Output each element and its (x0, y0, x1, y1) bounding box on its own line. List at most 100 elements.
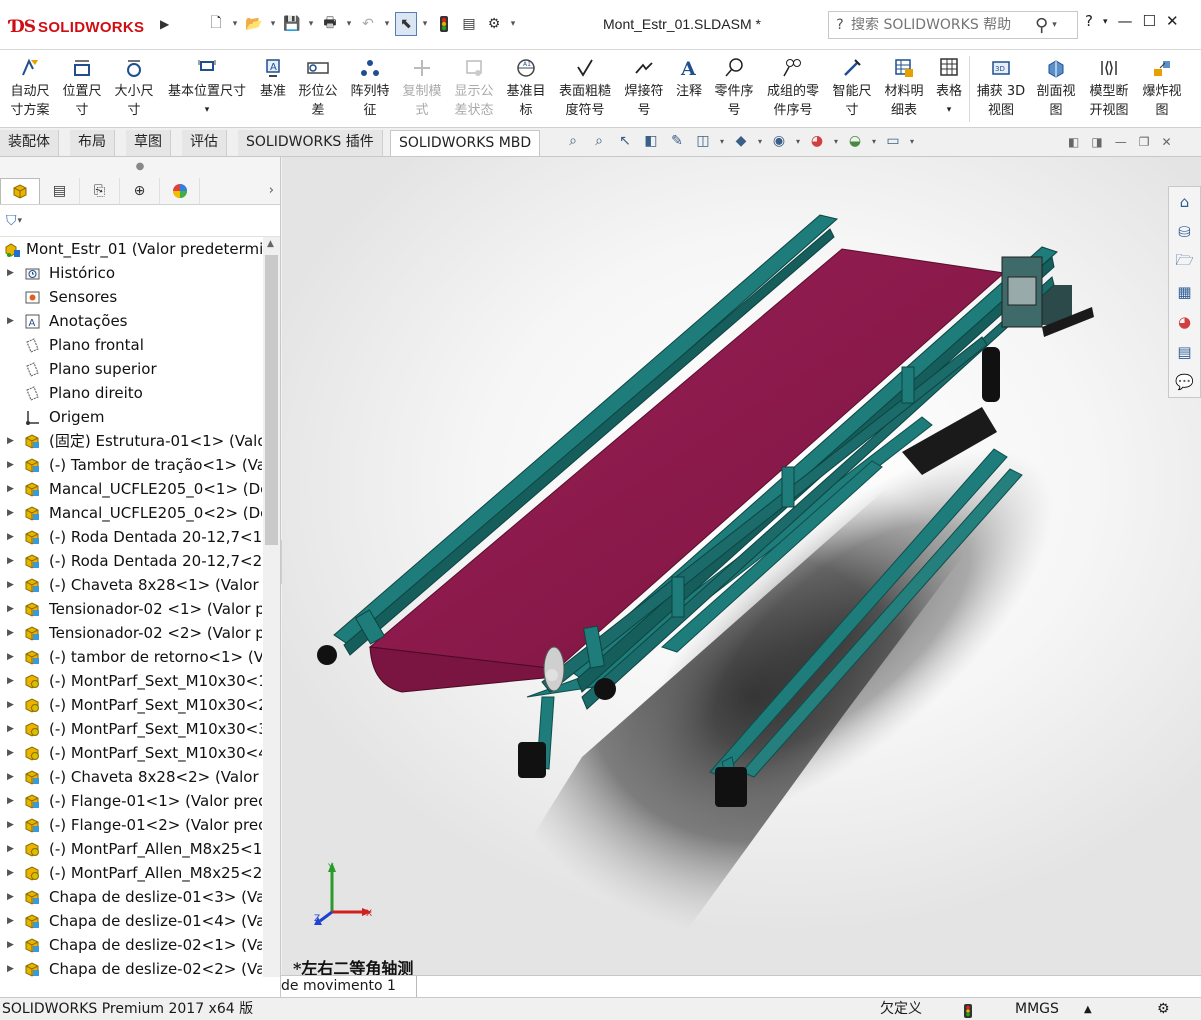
file-explorer-icon[interactable]: 🗁 (1169, 247, 1200, 277)
tree-item[interactable]: ▶ (-) MontParf_Sext_M10x30<1> (0, 669, 262, 693)
tab-evaluate[interactable]: 评估 (182, 130, 227, 156)
ribbon-button-stacked-balloon[interactable]: 成组的零 件序号 (762, 54, 824, 124)
tree-item[interactable]: ▶ (-) tambor de retorno<1> (Valor predete… (0, 645, 262, 669)
expand-arrow-icon[interactable]: ▶ (7, 909, 17, 933)
expand-arrow-icon[interactable]: ▶ (7, 837, 17, 861)
zoom-to-area-icon[interactable]: ⌕ (588, 133, 610, 149)
graphics-area[interactable]: Y X Z (282, 157, 1201, 975)
ribbon-button-location-dimension[interactable]: 位置尺 寸 (58, 54, 106, 124)
section-view-hud-icon[interactable]: ◧ (640, 133, 662, 149)
tree-item[interactable]: ▶ Chapa de deslize-01<4> (Valor predeterm… (0, 909, 262, 933)
options-dropdown-icon[interactable]: ▾ (508, 19, 518, 29)
options-gear-icon[interactable]: ⚙ (483, 12, 505, 36)
ribbon-button-smart-dimension[interactable]: 智能尺 寸 (828, 54, 876, 124)
expand-arrow-icon[interactable]: ▶ (7, 261, 17, 285)
tree-item[interactable]: ▶ Mancal_UCFLE205_0<2> (Défaut) (0, 501, 262, 525)
expand-arrow-icon[interactable]: ▶ (7, 669, 17, 693)
tree-item[interactable]: ▶ (-) MontParf_Allen_M8x25<2> (0, 861, 262, 885)
ribbon-button-weld-symbol[interactable]: 焊接符 号 (620, 54, 668, 124)
tree-root-assembly[interactable]: Mont_Estr_01 (Valor predeterminado<Estad… (0, 237, 262, 261)
expand-arrow-icon[interactable]: ▶ (7, 501, 17, 525)
tree-item[interactable]: Plano frontal (0, 333, 262, 357)
expand-arrow-icon[interactable]: ▶ (7, 813, 17, 837)
rebuild-status-icon[interactable] (963, 1003, 973, 1018)
tree-item[interactable]: ▶ Tensionador-02 <1> (Valor predeterminad… (0, 597, 262, 621)
edit-appearance-icon[interactable]: ◕ (806, 133, 828, 149)
tree-item[interactable]: ▶ (-) Flange-01<1> (Valor predeterminado) (0, 789, 262, 813)
ribbon-button-datum[interactable]: A 基准 (256, 54, 290, 124)
undo-dropdown-icon[interactable]: ▾ (382, 19, 392, 29)
display-style-icon[interactable]: ◆ (730, 133, 752, 149)
expand-arrow-icon[interactable]: ▶ (7, 789, 17, 813)
expand-arrow-icon[interactable]: ▶ (7, 621, 17, 645)
filter-dropdown-icon[interactable]: ▾ (18, 216, 23, 226)
expand-arrow-icon[interactable]: ▶ (7, 693, 17, 717)
tree-item[interactable]: ▶ (-) Flange-01<2> (Valor predeterminado) (0, 813, 262, 837)
ribbon-button-model-break-view[interactable]: 模型断 开视图 (1084, 54, 1134, 124)
tree-item[interactable]: ▶ (-) MontParf_Allen_M8x25<1> (0, 837, 262, 861)
expand-arrow-icon[interactable]: ▶ (7, 477, 17, 501)
expand-arrow-icon[interactable]: ▶ (7, 597, 17, 621)
expand-arrow-icon[interactable]: ▶ (7, 933, 17, 957)
expand-arrow-icon[interactable]: ▶ (7, 429, 17, 453)
ribbon-button-auto-dimension[interactable]: 自动尺 寸方案 (6, 54, 54, 124)
tree-item[interactable]: ▶ (-) MontParf_Sext_M10x30<4> (0, 741, 262, 765)
tree-item[interactable]: ▶ (-) Roda Dentada 20-12,7<2> (Valor) (0, 549, 262, 573)
viewport-restore-left-icon[interactable]: ◧ (1068, 135, 1079, 149)
file-properties-icon[interactable]: ▤ (458, 12, 480, 36)
appearance-dropdown-icon[interactable]: ▾ (832, 137, 840, 146)
tree-item[interactable]: ▶ Mancal_UCFLE205_0<1> (Défaut) (0, 477, 262, 501)
tree-item[interactable]: ▶ Chapa de deslize-02<2> (Valor predeterm… (0, 957, 262, 977)
select-dropdown-icon[interactable]: ▾ (420, 19, 430, 29)
new-document-icon[interactable]: 🗋 (205, 12, 227, 36)
print-icon[interactable]: 🖶 (319, 12, 341, 36)
solidworks-resources-icon[interactable]: ⌂ (1169, 187, 1200, 217)
help-circle-icon[interactable]: ? (829, 17, 851, 33)
tree-item[interactable]: ▶ Chapa de deslize-01<3> (Valor predeterm… (0, 885, 262, 909)
solidworks-logo[interactable]: ƊS SOLIDWORKS (10, 12, 145, 42)
ribbon-button-balloon[interactable]: 零件序 号 (710, 54, 758, 124)
tab-sketch[interactable]: 草图 (126, 130, 171, 156)
panel-grip[interactable]: ● (0, 157, 280, 177)
expand-arrow-icon[interactable]: ▶ (7, 645, 17, 669)
zoom-to-fit-icon[interactable]: ⌕ (562, 133, 584, 149)
tree-item[interactable]: ▶ A Anotações (0, 309, 262, 333)
ribbon-button-note[interactable]: A 注释 (672, 54, 706, 124)
displaymanager-tab-icon[interactable] (160, 177, 200, 204)
ribbon-button-basic-location-dimension[interactable]: 基本位置尺寸 ▾ (162, 54, 252, 124)
ribbon-button-capture-3d-view[interactable]: 3D 捕获 3D 视图 (974, 54, 1028, 124)
units-dropdown-icon[interactable]: ▲ (1084, 998, 1092, 1020)
hide-show-items-icon[interactable]: ◉ (768, 133, 790, 149)
featuremanager-tab-icon[interactable] (0, 177, 40, 204)
configurationmanager-tab-icon[interactable]: ⎘ (80, 177, 120, 204)
scene-dropdown-icon[interactable]: ▾ (870, 137, 878, 146)
expand-arrow-icon[interactable]: ▶ (7, 741, 17, 765)
expand-arrow-icon[interactable]: ▶ (7, 957, 17, 977)
tree-item[interactable]: ▶ Chapa de deslize-02<1> (Valor predeterm… (0, 933, 262, 957)
viewport-minimize-icon[interactable]: — (1115, 135, 1127, 149)
tree-item[interactable]: ▶ (-) Tambor de tração<1> (Valor predeter… (0, 453, 262, 477)
filter-icon[interactable]: ⛉ (6, 213, 17, 229)
save-icon[interactable]: 💾 (281, 12, 303, 36)
expand-arrow-icon[interactable]: ▶ (7, 309, 17, 333)
view-palette-icon[interactable]: ▦ (1169, 277, 1200, 307)
open-document-icon[interactable]: 📂 (243, 12, 265, 36)
appearances-scenes-icon[interactable]: ◕ (1169, 307, 1200, 337)
display-style-dropdown-icon[interactable]: ▾ (756, 137, 764, 146)
propertymanager-tab-icon[interactable]: ▤ (40, 177, 80, 204)
expand-arrow-icon[interactable]: ▶ (7, 453, 17, 477)
forum-icon[interactable]: 💬 (1169, 367, 1200, 397)
view-settings-dropdown-icon[interactable]: ▾ (908, 137, 916, 146)
ribbon-button-pattern-feature[interactable]: 阵列特 征 (346, 54, 394, 124)
expand-arrow-icon[interactable]: ▶ (7, 885, 17, 909)
status-settings-icon[interactable]: ⚙ (1157, 998, 1170, 1020)
tab-solidworks-addins[interactable]: SOLIDWORKS 插件 (238, 130, 383, 156)
save-dropdown-icon[interactable]: ▾ (306, 19, 316, 29)
view-settings-icon[interactable]: ▭ (882, 133, 904, 149)
expand-arrow-icon[interactable]: ▶ (7, 573, 17, 597)
dynamic-annotation-icon[interactable]: ✎ (666, 133, 688, 149)
basic-location-dropdown-icon[interactable]: ▾ (162, 101, 252, 120)
status-units[interactable]: MMGS (1015, 998, 1059, 1020)
apply-scene-icon[interactable]: ◒ (844, 133, 866, 149)
view-orientation-dropdown-icon[interactable]: ▾ (718, 137, 726, 146)
